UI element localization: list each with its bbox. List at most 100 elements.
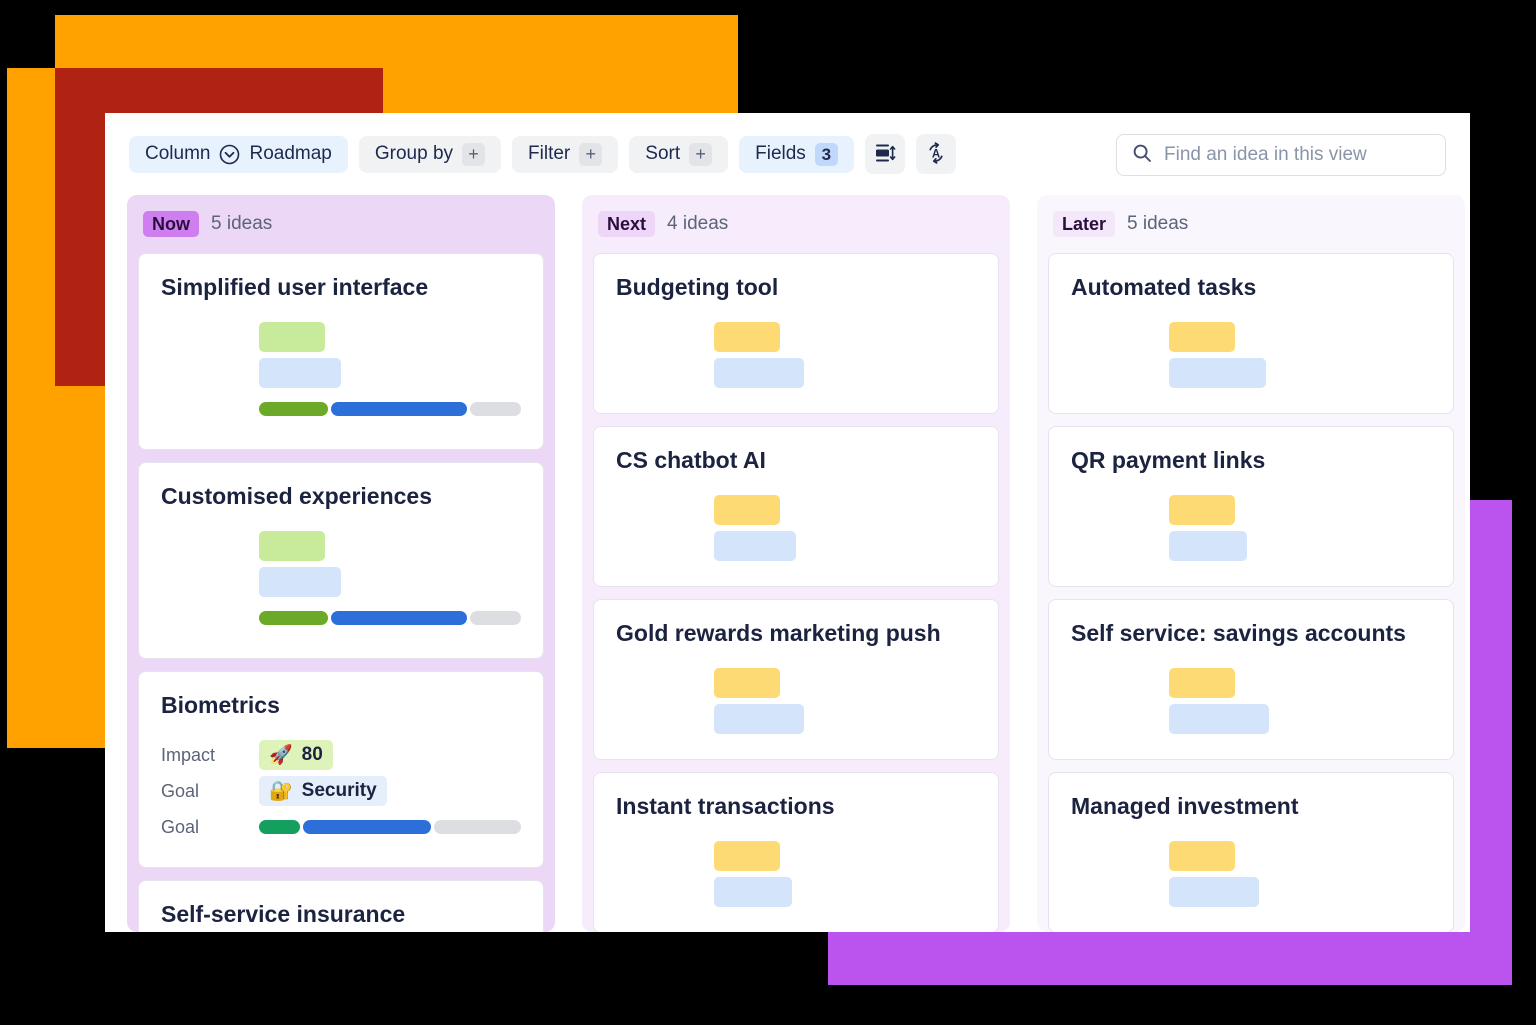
field-value-chip-text: Security <box>301 780 377 801</box>
filter-button[interactable]: Filter + <box>512 135 619 173</box>
idea-card[interactable]: CS chatbot AI <box>593 426 999 587</box>
idea-card-title: Simplified user interface <box>161 274 429 300</box>
board-column-later: Later 5 ideas Automated tasks QR payment li… <box>1037 195 1465 932</box>
plus-icon: + <box>462 142 486 166</box>
column-badge: Later <box>1053 211 1116 237</box>
field-value-progress-bar <box>259 611 522 625</box>
idea-card[interactable]: Simplified user interface <box>138 253 544 450</box>
field-value-progress-bar <box>259 402 522 416</box>
idea-card-field-row <box>161 528 521 564</box>
column-header: Now 5 ideas <box>138 195 544 253</box>
field-value-skeleton-yellow <box>1169 495 1235 525</box>
roadmap-board: Now 5 ideas Simplified user interface Custo… <box>105 195 1470 932</box>
field-value-skeleton-blue <box>1169 704 1269 734</box>
decor-rect-purple-right <box>1470 500 1512 985</box>
idea-card[interactable]: Budgeting tool <box>593 253 999 414</box>
idea-card-field-row <box>1071 528 1431 564</box>
field-value-skeleton-yellow <box>714 495 780 525</box>
idea-card[interactable]: Managed investment <box>1048 772 1454 932</box>
idea-card[interactable]: Self service: savings accounts <box>1048 599 1454 760</box>
board-column-next: Next 4 ideas Budgeting tool CS chatbot AI Go… <box>582 195 1010 932</box>
idea-card-title: QR payment links <box>1071 447 1266 473</box>
idea-card-field-row <box>161 319 521 355</box>
field-value-skeleton-yellow <box>714 322 780 352</box>
idea-card-field-row <box>1071 492 1431 528</box>
field-label: Goal <box>161 780 200 801</box>
idea-card-field-row: Goal 🔐 Security <box>161 773 521 809</box>
field-value-skeleton-yellow <box>1169 322 1235 352</box>
idea-card-field-row <box>1071 665 1431 701</box>
idea-card[interactable]: Self-service insurance <box>138 880 544 932</box>
field-value-skeleton-green <box>259 322 325 352</box>
column-selector-button[interactable]: Column Roadmap <box>129 135 348 173</box>
progress-segment-track <box>469 611 522 625</box>
field-value-skeleton-blue <box>259 567 341 597</box>
board-toolbar: Column Roadmap Group by + Filter + Sort <box>105 113 1470 195</box>
search-box[interactable] <box>1116 134 1446 176</box>
idea-card-title: Self-service insurance <box>161 901 406 927</box>
idea-card-title: CS chatbot AI <box>616 447 766 473</box>
idea-card-field-row <box>1071 319 1431 355</box>
auto-sync-button[interactable]: A <box>915 134 956 174</box>
field-label: Goal <box>161 816 200 837</box>
page-root: Column Roadmap Group by + Filter + Sort <box>0 0 1536 1025</box>
auto-sync-icon: A <box>924 141 948 168</box>
field-value-skeleton-blue <box>714 531 796 561</box>
idea-card-field-row <box>616 665 976 701</box>
field-value-skeleton-yellow <box>1169 668 1235 698</box>
filter-label: Filter <box>528 143 571 164</box>
group-by-label: Group by <box>374 143 454 164</box>
idea-card-field-row <box>616 319 976 355</box>
column-idea-count: 5 ideas <box>1127 213 1189 234</box>
idea-card-field-row <box>1071 701 1431 737</box>
idea-card-title: Self service: savings accounts <box>1071 620 1406 646</box>
board-column-now: Now 5 ideas Simplified user interface Custo… <box>127 195 555 932</box>
idea-card-title: Customised experiences <box>161 483 433 509</box>
column-selector-label: Column <box>145 143 211 164</box>
idea-card[interactable]: Instant transactions <box>593 772 999 932</box>
idea-card-title: Automated tasks <box>1071 274 1257 300</box>
row-height-icon <box>874 142 896 167</box>
plus-icon: + <box>579 142 603 166</box>
idea-card-title: Managed investment <box>1071 793 1299 819</box>
idea-card-field-row <box>616 355 976 391</box>
field-value-skeleton-blue <box>714 877 792 907</box>
column-selector-value: Roadmap <box>249 143 332 164</box>
fields-button[interactable]: Fields 3 <box>739 135 854 173</box>
idea-card-title: Budgeting tool <box>616 274 779 300</box>
progress-segment-green <box>259 611 329 625</box>
chevron-down-circle-icon <box>219 144 240 165</box>
row-height-button[interactable] <box>864 134 905 174</box>
lock-icon: 🔐 <box>269 781 293 802</box>
progress-segment-blue <box>302 820 431 834</box>
progress-segment-green <box>259 820 300 834</box>
field-label: Impact <box>161 744 216 765</box>
idea-card[interactable]: Customised experiences <box>138 462 544 659</box>
field-value-skeleton-yellow <box>1169 841 1235 871</box>
field-value-chip[interactable]: 🚀 80 <box>259 740 333 770</box>
field-value-skeleton-blue <box>714 358 804 388</box>
idea-card-field-row <box>616 492 976 528</box>
field-value-progress-bar <box>259 820 521 834</box>
search-input[interactable] <box>1164 144 1430 166</box>
field-value-skeleton-blue <box>714 704 804 734</box>
idea-card-field-row: Goal <box>161 809 521 845</box>
fields-label: Fields <box>755 143 806 164</box>
field-value-chip[interactable]: 🔐 Security <box>259 776 387 806</box>
field-value-skeleton-blue <box>1169 877 1259 907</box>
idea-card-title: Biometrics <box>161 692 280 718</box>
idea-card-field-row <box>161 391 522 427</box>
sort-button[interactable]: Sort + <box>629 135 729 173</box>
idea-card[interactable]: QR payment links <box>1048 426 1454 587</box>
field-value-skeleton-yellow <box>714 841 780 871</box>
group-by-button[interactable]: Group by + <box>358 135 502 173</box>
column-idea-count: 5 ideas <box>211 213 273 234</box>
idea-card[interactable]: Gold rewards marketing push <box>593 599 999 760</box>
idea-card-title: Instant transactions <box>616 793 835 819</box>
idea-card[interactable]: Automated tasks <box>1048 253 1454 414</box>
rocket-icon: 🚀 <box>269 745 293 766</box>
field-value-skeleton-blue <box>259 358 341 388</box>
idea-card[interactable]: Biometrics Impact 🚀 80 Goal 🔐 Security Goal <box>138 671 544 868</box>
field-value-chip-text: 80 <box>301 744 323 765</box>
idea-card-field-row <box>161 600 522 636</box>
